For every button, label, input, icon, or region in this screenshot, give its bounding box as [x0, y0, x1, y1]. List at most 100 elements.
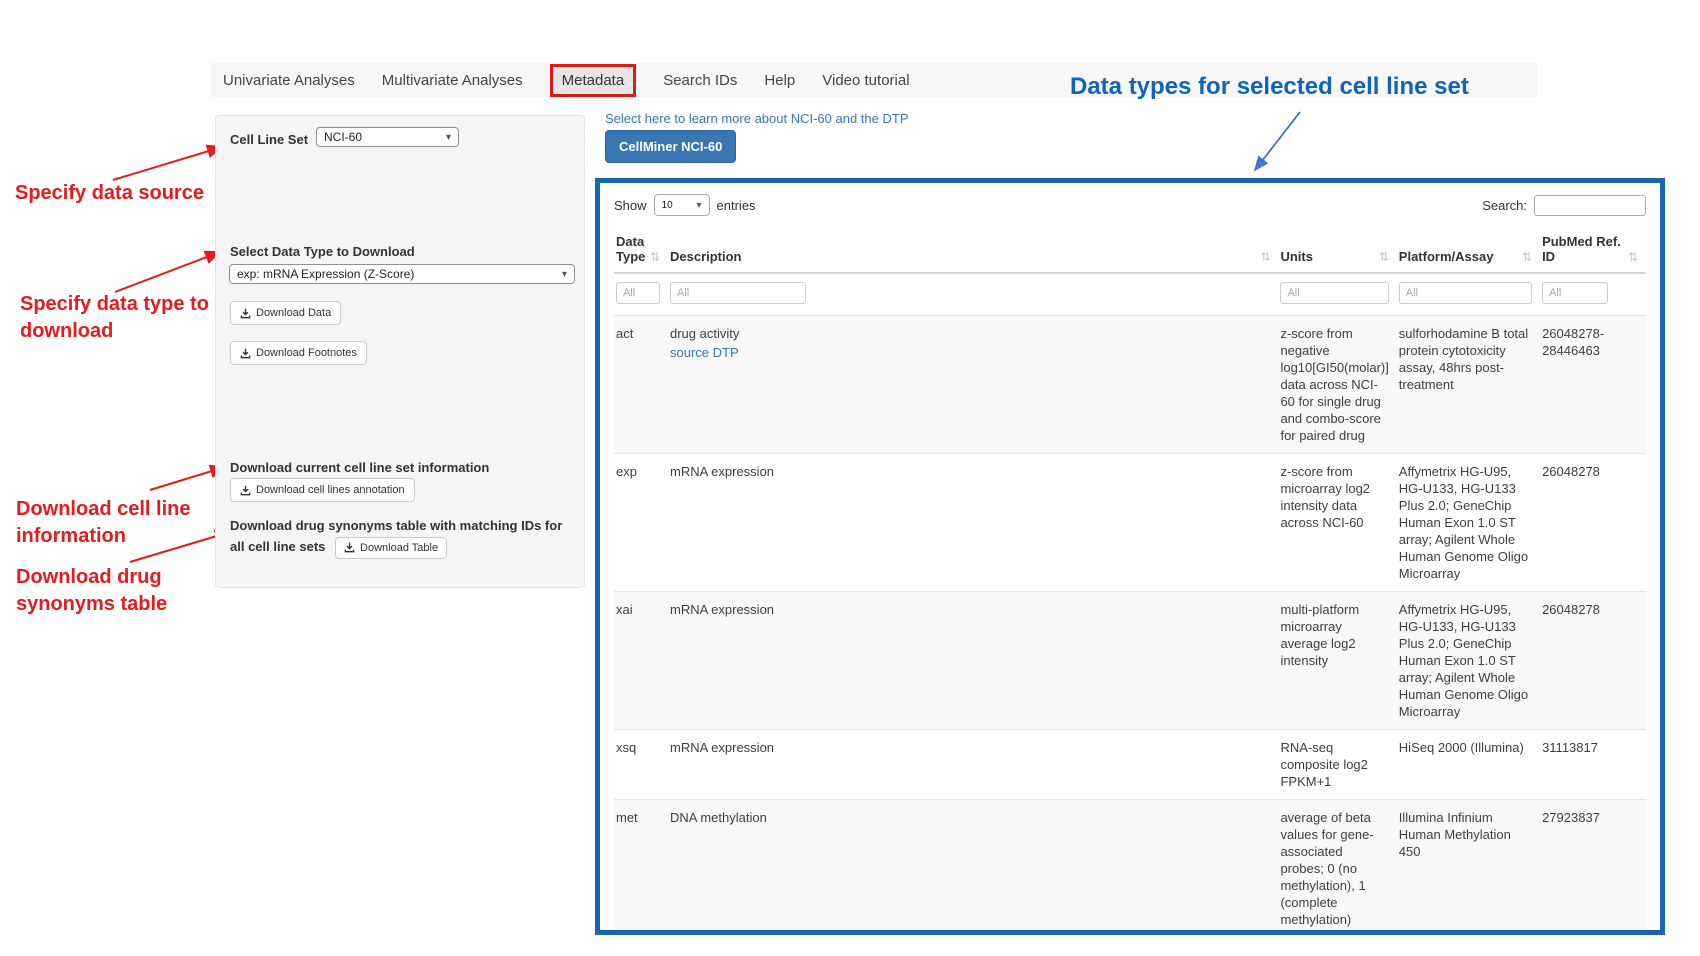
- nav-video-tutorial[interactable]: Video tutorial: [822, 72, 909, 89]
- chevron-down-icon: ▾: [697, 200, 702, 211]
- col-platform-assay[interactable]: Platform/Assay ⇅: [1397, 230, 1540, 273]
- description-text: DNA methylation: [670, 809, 1270, 826]
- filter-row: [614, 273, 1646, 316]
- search-input[interactable]: [1534, 195, 1646, 216]
- cellminer-nci60-button[interactable]: CellMiner NCI-60: [605, 130, 736, 163]
- note-line: synonyms table: [16, 591, 167, 618]
- cell-units: multi-platform microarray average log2 i…: [1278, 592, 1396, 730]
- cell-data-type: act: [614, 316, 668, 454]
- cell-units: z-score from microarray log2 intensity d…: [1278, 454, 1396, 592]
- download-data-button[interactable]: Download Data: [230, 301, 341, 325]
- nav-univariate-analyses[interactable]: Univariate Analyses: [223, 72, 355, 89]
- note-line: Specify data type to: [20, 291, 209, 318]
- download-icon: [240, 308, 251, 319]
- sort-icon[interactable]: ⇅: [1379, 250, 1389, 264]
- chevron-down-icon: ▾: [446, 132, 451, 143]
- cell-platform: Illumina Infinium Human Methylation 450: [1397, 800, 1540, 936]
- cell-description: mRNA expression: [668, 730, 1278, 800]
- cell-platform: Affymetrix HG-U95, HG-U133, HG-U133 Plus…: [1397, 454, 1540, 592]
- arrow-cell-line-info: [150, 467, 225, 490]
- table-row-exp: exp mRNA expression z-score from microar…: [614, 454, 1646, 592]
- drug-synonyms-heading: Download drug synonyms table with matchi…: [230, 515, 575, 559]
- sort-icon[interactable]: ⇅: [1522, 250, 1532, 264]
- cell-pubmed: 26048278: [1540, 592, 1646, 730]
- cell-units: average of beta values for gene-associat…: [1278, 800, 1396, 936]
- download-table-button[interactable]: Download Table: [335, 537, 447, 559]
- show-label: Show: [614, 198, 647, 213]
- col-pubmed-ref-id[interactable]: PubMed Ref. ID⇅: [1540, 230, 1646, 273]
- arrow-data-type: [115, 252, 220, 292]
- chevron-down-icon: ▾: [562, 269, 567, 280]
- description-text: drug activity: [670, 325, 1270, 342]
- sort-icon[interactable]: ⇅: [650, 250, 660, 264]
- cell-units: RNA-seq composite log2 FPKM+1: [1278, 730, 1396, 800]
- note-line: Download drug: [16, 564, 167, 591]
- column-label: Units: [1280, 249, 1313, 264]
- sort-icon[interactable]: ⇅: [1260, 250, 1270, 264]
- cell-units: z-score from negative log10[GI50(molar)]…: [1278, 316, 1396, 454]
- metadata-table: Data Type⇅ Description⇅ Units⇅ Platform/…: [614, 230, 1646, 935]
- nav-metadata[interactable]: Metadata: [550, 64, 637, 97]
- cell-line-set-label: Cell Line Set: [230, 132, 308, 147]
- cell-pubmed: 26048278: [1540, 454, 1646, 592]
- download-cell-lines-annotation-button[interactable]: Download cell lines annotation: [230, 478, 415, 502]
- learn-more-link[interactable]: Select here to learn more about NCI-60 a…: [605, 111, 909, 126]
- filter-data-type-input[interactable]: [616, 282, 660, 304]
- cell-pubmed: 26048278-28446463: [1540, 316, 1646, 454]
- column-label: Platform/Assay: [1399, 249, 1494, 264]
- table-row-xai: xai mRNA expression multi-platform micro…: [614, 592, 1646, 730]
- cell-description: mRNA expression: [668, 592, 1278, 730]
- cell-description: drug activity source DTP: [668, 316, 1278, 454]
- cell-line-set-select[interactable]: NCI-60 ▾: [316, 127, 459, 147]
- cell-data-type: met: [614, 800, 668, 936]
- note-download-cell-line-info: Download cell line information: [16, 496, 190, 550]
- nav-help[interactable]: Help: [764, 72, 795, 89]
- table-row-act: act drug activity source DTP z-score fro…: [614, 316, 1646, 454]
- filter-platform-input[interactable]: [1399, 282, 1532, 304]
- filter-pubmed-input[interactable]: [1542, 282, 1608, 304]
- header-row: Data Type⇅ Description⇅ Units⇅ Platform/…: [614, 230, 1646, 273]
- data-type-select[interactable]: exp: mRNA Expression (Z-Score) ▾: [229, 264, 575, 284]
- note-line: information: [16, 523, 190, 550]
- note-specify-data-source: Specify data source: [15, 180, 204, 207]
- cell-description: mRNA expression: [668, 454, 1278, 592]
- arrow-data-source: [113, 147, 222, 180]
- col-units[interactable]: Units ⇅: [1278, 230, 1396, 273]
- filter-units-input[interactable]: [1280, 282, 1388, 304]
- download-icon: [240, 348, 251, 359]
- note-line: download: [20, 318, 209, 345]
- column-label: Description: [670, 249, 742, 264]
- cell-data-type: xsq: [614, 730, 668, 800]
- arrow-data-types: [1255, 112, 1300, 170]
- cell-platform: Affymetrix HG-U95, HG-U133, HG-U133 Plus…: [1397, 592, 1540, 730]
- download-footnotes-button[interactable]: Download Footnotes: [230, 341, 367, 365]
- download-icon: [240, 485, 251, 496]
- table-row-xsq: xsq mRNA expression RNA-seq composite lo…: [614, 730, 1646, 800]
- note-download-drug-synonyms: Download drug synonyms table: [16, 564, 167, 618]
- note-line: Download cell line: [16, 496, 190, 523]
- table-row-met: met DNA methylation average of beta valu…: [614, 800, 1646, 936]
- cell-pubmed: 27923837: [1540, 800, 1646, 936]
- button-label: Download cell lines annotation: [256, 484, 405, 496]
- control-panel: Cell Line Set NCI-60 ▾ Select Data Type …: [215, 115, 585, 588]
- cell-line-info-heading: Download current cell line set informati…: [230, 460, 489, 475]
- nav-multivariate-analyses[interactable]: Multivariate Analyses: [382, 72, 523, 89]
- cell-data-type: exp: [614, 454, 668, 592]
- description-text: mRNA expression: [670, 739, 1270, 756]
- cell-line-set-value: NCI-60: [324, 130, 362, 144]
- description-text: mRNA expression: [670, 601, 1270, 618]
- column-label: Data Type: [616, 234, 647, 264]
- cell-pubmed: 31113817: [1540, 730, 1646, 800]
- page-size-value: 10: [662, 200, 673, 211]
- source-dtp-link[interactable]: source DTP: [670, 344, 739, 361]
- table-controls: Show 10 ▾ entries Search:: [614, 194, 1646, 216]
- search-label: Search:: [1482, 198, 1527, 213]
- col-data-type[interactable]: Data Type⇅: [614, 230, 668, 273]
- col-description[interactable]: Description ⇅: [668, 230, 1278, 273]
- cell-platform: HiSeq 2000 (Illumina): [1397, 730, 1540, 800]
- page-size-select[interactable]: 10 ▾: [654, 194, 710, 216]
- filter-description-input[interactable]: [670, 282, 806, 304]
- nav-search-ids[interactable]: Search IDs: [663, 72, 737, 89]
- sort-icon[interactable]: ⇅: [1628, 250, 1638, 264]
- download-icon: [344, 542, 355, 553]
